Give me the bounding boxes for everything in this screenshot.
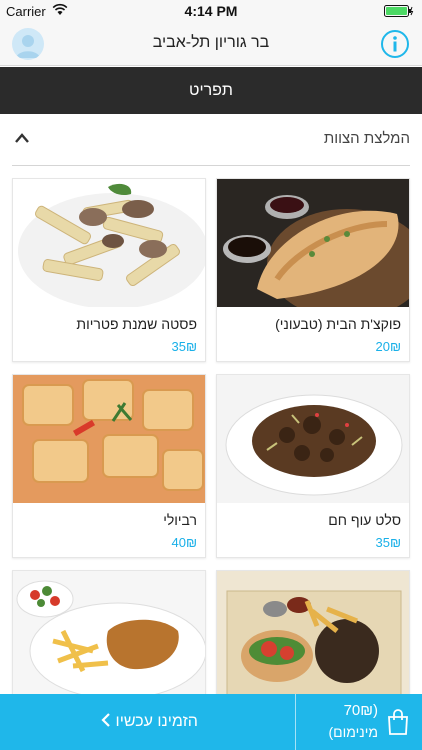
- menu-item-card[interactable]: פוקצ'ת הבית (טבעוני) 20₪: [216, 178, 410, 362]
- item-price: 20₪: [375, 339, 402, 354]
- cart-minimum-amount: (70₪: [343, 702, 378, 719]
- cart-button[interactable]: (70₪ מינימום): [296, 694, 422, 750]
- menu-item-card[interactable]: פסטה שמנת פטריות 35₪: [12, 178, 206, 362]
- burger-photo: [217, 571, 409, 699]
- mushroom-pasta-photo: [13, 179, 205, 307]
- ravioli-photo: [13, 375, 205, 503]
- menu-item-card[interactable]: סלט עוף חם 35₪: [216, 374, 410, 558]
- schnitzel-photo: [13, 571, 205, 699]
- section-title: המלצת הצוות: [323, 130, 410, 147]
- menu-item-card[interactable]: רביולי 40₪: [12, 374, 206, 558]
- user-avatar-icon[interactable]: [12, 28, 44, 60]
- cart-minimum-label: מינימום): [328, 724, 378, 740]
- chevron-left-icon: [101, 713, 110, 727]
- item-price: 40₪: [171, 535, 198, 550]
- item-name: פסטה שמנת פטריות: [76, 316, 197, 332]
- order-now-label: הזמינו עכשיו: [115, 713, 198, 730]
- item-price: 35₪: [375, 535, 402, 550]
- item-price: 35₪: [171, 339, 198, 354]
- info-icon[interactable]: [380, 29, 410, 59]
- status-bar: Carrier 4:14 PM: [0, 0, 422, 22]
- navigation-bar: בר גוריון תל-אביב: [0, 22, 422, 66]
- shopping-bag-icon: [388, 709, 408, 735]
- item-name: סלט עוף חם: [328, 512, 401, 528]
- battery-icon: [384, 5, 414, 17]
- order-bar: הזמינו עכשיו (70₪ מינימום): [0, 694, 422, 750]
- chevron-up-icon[interactable]: [14, 132, 30, 144]
- tab-menu[interactable]: תפריט: [0, 67, 422, 114]
- focaccia-photo: [217, 179, 409, 307]
- order-now-button[interactable]: הזמינו עכשיו: [0, 694, 295, 750]
- item-name: רביולי: [163, 512, 197, 528]
- item-name: פוקצ'ת הבית (טבעוני): [275, 316, 401, 332]
- clock: 4:14 PM: [184, 3, 238, 19]
- chicken-salad-photo: [217, 375, 409, 503]
- section-header-staff-picks[interactable]: המלצת הצוות: [12, 114, 410, 166]
- restaurant-title: בר גוריון תל-אביב: [152, 34, 270, 51]
